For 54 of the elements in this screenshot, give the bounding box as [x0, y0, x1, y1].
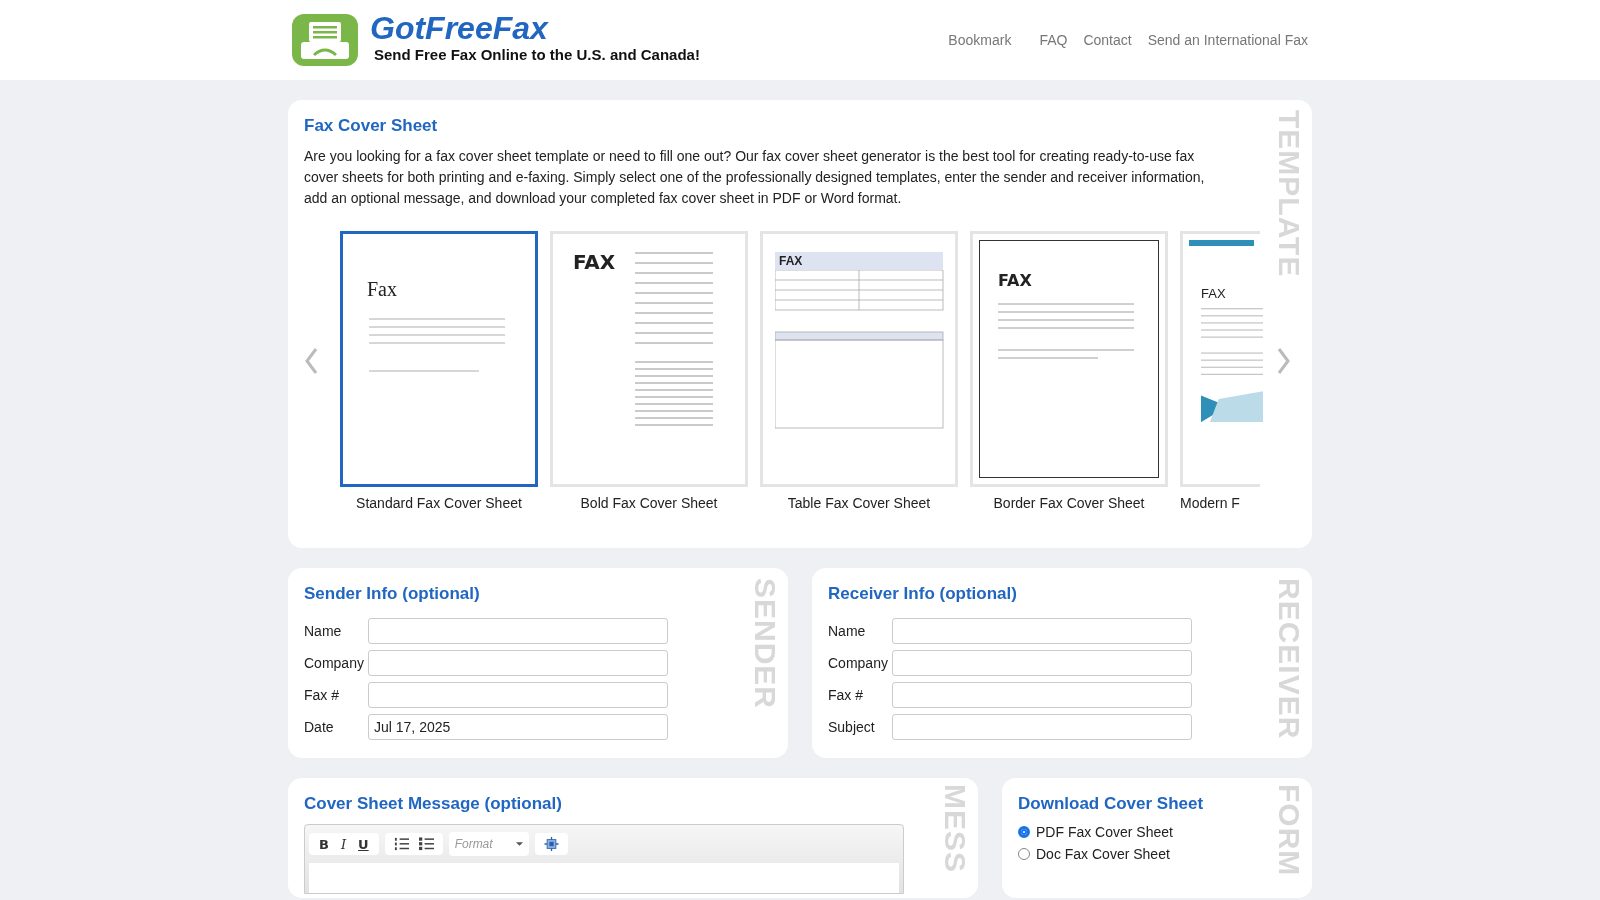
- input-field[interactable]: [368, 650, 668, 676]
- nav-link[interactable]: Contact: [1083, 32, 1132, 48]
- template-thumbnail[interactable]: FAX: [970, 231, 1168, 487]
- input-field[interactable]: [892, 714, 1192, 740]
- italic-button[interactable]: I: [336, 836, 351, 852]
- template-label: Border Fax Cover Sheet: [993, 495, 1145, 511]
- field-label: Fax #: [304, 687, 340, 703]
- preview-title: FAX: [573, 250, 616, 276]
- nav-link[interactable]: FAQ: [1039, 32, 1068, 48]
- logo-text[interactable]: GotFreeFax: [370, 9, 700, 46]
- input-field[interactable]: [368, 682, 668, 708]
- field-label: Date: [304, 719, 335, 735]
- preview-title: FAX: [775, 252, 943, 270]
- field-label: Company: [828, 655, 889, 671]
- caret-icon: [515, 842, 523, 846]
- maximize-icon[interactable]: [543, 837, 559, 851]
- input-field[interactable]: Jul 17, 2025: [368, 714, 668, 740]
- description-text: Are you looking for a fax cover sheet template or need to fill one out? Our fax cover sheet generator is the best tool for creating ready-to-use fax cover sheets for both printing and e-faxing. Simply select one of the professionally designed templates, enter the sender and receiver information, add an optional message, and download your completed fax cover sheet in PDF or Word format.: [304, 147, 1206, 208]
- input-field[interactable]: [892, 650, 1192, 676]
- fax-machine-logo-icon: [292, 14, 358, 66]
- template-label: Modern F: [1180, 495, 1240, 511]
- field-label: Name: [304, 623, 343, 639]
- radio-button[interactable]: [1018, 826, 1030, 838]
- bold-button[interactable]: B: [315, 836, 333, 852]
- radio-label: Doc Fax Cover Sheet: [1036, 846, 1170, 862]
- template-thumbnail[interactable]: FAX: [1180, 231, 1260, 487]
- input-field[interactable]: [368, 618, 668, 644]
- radio-label: PDF Fax Cover Sheet: [1036, 824, 1173, 840]
- chevron-right-icon[interactable]: [1277, 347, 1291, 375]
- tagline: Send Free Fax Online to the U.S. and Canada!: [374, 45, 700, 63]
- underline-button[interactable]: U: [354, 836, 373, 852]
- nav-link[interactable]: Bookmark: [948, 32, 1012, 48]
- numbered-list-icon[interactable]: [393, 837, 409, 851]
- template-thumbnail[interactable]: FAX: [760, 231, 958, 487]
- field-label: Company: [304, 655, 365, 671]
- message-text-area[interactable]: [309, 863, 899, 893]
- preview-title: FAX: [1201, 286, 1227, 301]
- input-field[interactable]: [892, 682, 1192, 708]
- radio-button[interactable]: [1018, 848, 1030, 860]
- template-thumbnail[interactable]: Fax: [340, 231, 538, 487]
- template-label: Table Fax Cover Sheet: [787, 495, 931, 511]
- nav-link[interactable]: Send an International Fax: [1147, 32, 1308, 48]
- accent-bar: [1189, 240, 1254, 246]
- field-label: Name: [828, 623, 867, 639]
- template-label: Standard Fax Cover Sheet: [356, 495, 522, 511]
- field-label: Fax #: [828, 687, 864, 703]
- preview-title: FAX: [998, 271, 1033, 290]
- template-label: Bold Fax Cover Sheet: [580, 495, 718, 511]
- template-thumbnail[interactable]: FAX: [550, 231, 748, 487]
- field-label: Subject: [828, 719, 876, 735]
- input-field[interactable]: [892, 618, 1192, 644]
- bullet-list-icon[interactable]: [418, 837, 434, 851]
- preview-title: Fax: [367, 278, 398, 301]
- chevron-left-icon[interactable]: [304, 347, 318, 375]
